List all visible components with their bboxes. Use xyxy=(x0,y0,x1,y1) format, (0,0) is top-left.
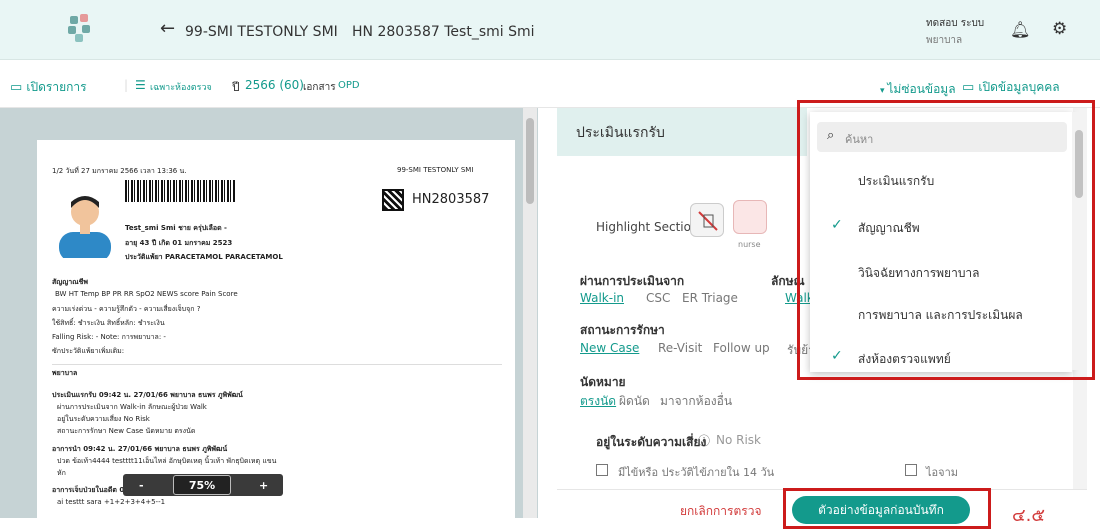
doc-line: อาการนำ 09:42 น. 27/01/66 พยาบาล ธนพร ภู… xyxy=(52,445,228,453)
nurse-section: พยาบาล xyxy=(52,369,78,377)
fever-checkbox[interactable] xyxy=(596,464,608,476)
cancel-exam-button[interactable]: ยกเลิกการตรวจ xyxy=(680,502,761,521)
open-personal-label: เปิดข้อมูลบุคคล xyxy=(978,80,1060,94)
open-personal-button[interactable]: ▭ เปิดข้อมูลบุคคล xyxy=(962,78,1060,97)
doc-line: ความเร่งด่วน - ความรู้สึกตัว - ความเสี่ย… xyxy=(52,305,201,313)
cough-label: ไอจาม xyxy=(926,466,959,479)
doc-line: ใช้สิทธิ์: ชำระเงิน สิทธิ์หลัก: ชำระเงิน xyxy=(52,319,165,327)
assess-walkin[interactable]: Walk-in xyxy=(580,291,624,305)
status-follow-up[interactable]: Follow up xyxy=(713,341,770,355)
user-role: พยาบาล xyxy=(926,35,963,46)
zoom-level: 75% xyxy=(173,475,231,495)
doc-value[interactable]: OPD xyxy=(338,80,360,91)
user-info[interactable]: ทดสอบ ระบบ พยาบาล xyxy=(926,15,984,49)
doc-line: สถานะการรักษา New Case นัดหมาย ตรงนัด xyxy=(57,427,196,435)
highlight-pink-button[interactable] xyxy=(733,200,767,234)
highlight-label: Highlight Section xyxy=(596,220,699,234)
version-number: ๔.๕ xyxy=(1012,505,1045,526)
appt-on-time[interactable]: ตรงนัด xyxy=(580,392,616,411)
fever-label: มีไข้หรือ ประวัติไข้ภายใน 14 วัน xyxy=(618,466,775,479)
zoom-in-button[interactable]: + xyxy=(259,479,268,492)
appt-label: นัดหมาย xyxy=(580,375,626,389)
vitals-title: สัญญาณชีพ xyxy=(52,278,88,286)
bell-icon[interactable]: 🔔︎ xyxy=(1010,20,1030,39)
info-icon[interactable]: ⓘ xyxy=(698,432,710,449)
doc-line: Falling Risk: - Note: การพยาบาล: - xyxy=(52,333,166,341)
patient-name: 99-SMI TESTONLY SMI xyxy=(185,24,338,40)
assess-from-label: ผ่านการประเมินจาก xyxy=(580,274,685,288)
patient-avatar xyxy=(55,190,115,258)
doc-line: ประเมินแรกรับ 09:42 น. 27/01/66 พยาบาล ธ… xyxy=(52,391,243,399)
patient-hn: HN 2803587 Test_smi Smi xyxy=(352,24,535,40)
year-label: ปี xyxy=(232,80,240,94)
doc-label: เอกสาร xyxy=(303,82,336,93)
gear-icon[interactable]: ⚙ xyxy=(1052,19,1067,39)
appt-other-room[interactable]: มาจากห้องอื่น xyxy=(660,392,732,411)
hide-data-toggle[interactable]: ▾ ไม่ซ่อนข้อมูล xyxy=(880,80,956,99)
status-label: สถานะการรักษา xyxy=(580,323,665,337)
zoom-control: - 75% + xyxy=(123,474,283,496)
doc-line: ซักประวัติแพ้ยาเพิ่มเติม: xyxy=(52,347,125,355)
form-title: ประเมินแรกรับ xyxy=(576,125,665,141)
risk-label: อยู่ในระดับความเสี่ยง xyxy=(596,435,707,449)
divider xyxy=(52,364,502,365)
doc-line: หัก xyxy=(57,469,66,477)
doc-name: Test_smi Smi ชาย ครุ่ปเลือด - xyxy=(125,224,227,232)
status-new-case[interactable]: New Case xyxy=(580,341,639,355)
doc-line: ปวด ข้อเท้า4444 testttt11เอ็นไหล่ อักษุบ… xyxy=(57,457,277,465)
top-bar: ← 99-SMI TESTONLY SMI HN 2803587 Test_sm… xyxy=(0,0,1100,60)
doc-line: ผ่านการประเมินจาก Walk-in ลักษณะผู้ป่วย … xyxy=(57,403,207,411)
zoom-out-button[interactable]: - xyxy=(139,479,144,492)
doc-line: ai testtt sara +1+2+3+4+5--1 xyxy=(57,498,166,506)
doc-age: อายุ 43 ปี เกิด 01 มกราคม 2523 xyxy=(125,239,233,247)
filter-icon[interactable]: ☰ xyxy=(135,78,146,92)
opd-document: 1/2 วันที่ 27 มกราคม 2566 เวลา 13:36 น. … xyxy=(37,140,515,520)
annotation-box xyxy=(783,488,991,529)
app-logo xyxy=(66,14,94,42)
doc-line: อยู่ในระดับความเสี่ยง No Risk xyxy=(57,415,150,423)
barcode xyxy=(125,180,235,202)
appt-missed[interactable]: ผิดนัด xyxy=(619,392,650,411)
divider: | xyxy=(124,78,129,92)
filter-label[interactable]: เฉพาะห้องตรวจ xyxy=(150,80,212,94)
risk-value: No Risk xyxy=(716,433,762,447)
viewer-scrollbar[interactable] xyxy=(523,108,537,518)
doc-org: 99-SMI TESTONLY SMI xyxy=(397,166,474,174)
status-revisit[interactable]: Re-Visit xyxy=(658,341,702,355)
assess-er-triage[interactable]: ER Triage xyxy=(682,291,738,305)
qr-code xyxy=(382,189,404,211)
highlight-none-button[interactable] xyxy=(690,203,724,237)
open-list-label: เปิดรายการ xyxy=(26,80,87,94)
year-value[interactable]: 2566 (60) xyxy=(245,78,304,92)
assess-csc[interactable]: CSC xyxy=(646,291,670,305)
annotation-box xyxy=(797,100,1095,380)
user-name: ทดสอบ ระบบ xyxy=(926,18,985,29)
doc-allergy: ประวัติแพ้ยา PARACETAMOL PARACETAMOL xyxy=(125,253,283,261)
doc-hn: HN2803587 xyxy=(412,192,490,207)
back-arrow-icon[interactable]: ← xyxy=(160,18,175,39)
open-list-button[interactable]: ▭ เปิดรายการ xyxy=(10,78,87,97)
cough-checkbox[interactable] xyxy=(905,464,917,476)
nurse-tag: nurse xyxy=(738,240,761,249)
doc-header: 1/2 วันที่ 27 มกราคม 2566 เวลา 13:36 น. xyxy=(52,167,187,175)
hide-data-label: ไม่ซ่อนข้อมูล xyxy=(887,82,956,96)
vitals-columns: BW HT Temp BP PR RR SpO2 NEWS score Pain… xyxy=(55,290,238,298)
